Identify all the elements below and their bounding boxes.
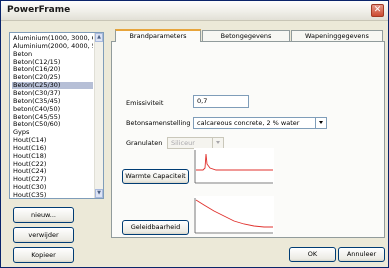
material-list-item[interactable]: Hout(C24): [12, 168, 93, 175]
scroll-down-button[interactable]: ▼: [95, 189, 103, 198]
material-list-item[interactable]: Hout(C30): [12, 184, 93, 191]
conductivity-curve: [195, 199, 273, 228]
concrete-composition-label: Betonsamenstelling: [126, 119, 191, 127]
material-list-item[interactable]: Hout(C35): [12, 192, 93, 198]
powerframe-window: PowerFrame ✕ Aluminium(1000, 3000, 6000A…: [0, 0, 389, 268]
material-list-item[interactable]: Beton(C16/20): [12, 66, 93, 73]
copy-material-button[interactable]: Kopieer: [13, 247, 74, 263]
material-list-item[interactable]: Beton(C35/45): [12, 98, 93, 105]
material-list-item[interactable]: Beton(C50/60): [12, 121, 93, 128]
cancel-button[interactable]: Annuleer: [338, 247, 385, 262]
heat-capacity-curve: [196, 153, 273, 171]
heat-capacity-button[interactable]: Warmte Capaciteit: [122, 169, 189, 184]
scroll-down-icon: ▼: [97, 190, 101, 196]
material-list-item[interactable]: Aluminium(1000, 3000, 6000: [12, 35, 93, 42]
chevron-down-icon: [212, 138, 223, 148]
material-list-item[interactable]: Beton(C25/30): [12, 82, 93, 90]
emissivity-label: Emissiviteit: [126, 99, 164, 107]
brandparameters-panel: Emissiviteit 0,7 Betonsamenstelling calc…: [111, 41, 385, 238]
emissivity-input[interactable]: 0,7: [193, 95, 249, 108]
heat-capacity-graph: [194, 148, 274, 184]
close-icon: ✕: [373, 5, 382, 15]
material-list-item[interactable]: Beton(C30/37): [12, 90, 93, 97]
material-list-item[interactable]: Hout(C22): [12, 161, 93, 168]
aggregate-label: Granulaten: [126, 139, 163, 147]
new-material-button[interactable]: nieuw...: [13, 207, 74, 223]
material-list-scrollbar[interactable]: ▲ ▼: [94, 33, 103, 198]
conductivity-graph: [194, 196, 274, 234]
scroll-up-icon: ▲: [97, 34, 101, 40]
concrete-composition-value: calcareous concrete, 2 % water: [197, 119, 300, 127]
material-list[interactable]: Aluminium(1000, 3000, 6000Aluminium(2000…: [9, 32, 104, 199]
close-button[interactable]: ✕: [371, 4, 384, 17]
material-list-item[interactable]: Hout(C18): [12, 153, 93, 160]
material-list-item[interactable]: Beton(C45/55): [12, 114, 93, 121]
material-list-item[interactable]: Hout(C27): [12, 176, 93, 183]
material-list-item[interactable]: Beton: [12, 51, 93, 58]
material-list-item[interactable]: Aluminium(2000, 4000, 5000: [12, 43, 93, 50]
ok-button[interactable]: OK: [289, 247, 336, 262]
material-list-item[interactable]: Beton(C20/25): [12, 74, 93, 81]
window-title: PowerFrame: [7, 5, 71, 15]
material-list-item[interactable]: Gyps: [12, 129, 93, 136]
aggregate-value: Siliceur: [171, 139, 195, 147]
material-list-item[interactable]: Hout(C16): [12, 145, 93, 152]
conductivity-button[interactable]: Geleidbaarheid: [122, 220, 189, 235]
scroll-up-button[interactable]: ▲: [95, 33, 103, 42]
concrete-composition-select[interactable]: calcareous concrete, 2 % water: [193, 117, 327, 129]
material-list-item[interactable]: beton(C40/50): [12, 106, 93, 113]
chevron-down-icon[interactable]: [315, 118, 326, 128]
title-bar[interactable]: PowerFrame ✕: [1, 1, 388, 21]
delete-material-button[interactable]: verwijder: [13, 227, 74, 243]
material-list-item[interactable]: Hout(C14): [12, 137, 93, 144]
tab-brandparameters[interactable]: Brandparameters: [115, 29, 201, 42]
material-list-item[interactable]: Beton(C12/15): [12, 59, 93, 66]
